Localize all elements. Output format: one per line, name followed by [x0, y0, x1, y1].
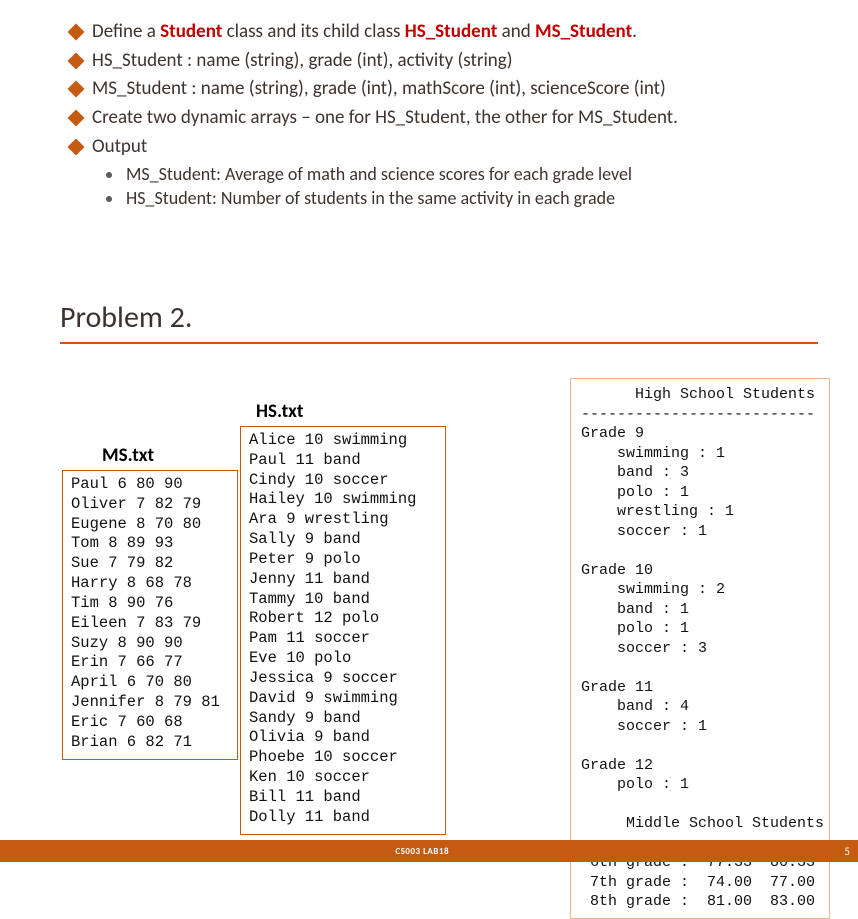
b1-mid1: class and its child class [222, 20, 404, 43]
footer-page-number: 5 [844, 845, 850, 858]
program-output: High School Students -------------------… [570, 378, 830, 919]
footer-label: CS003 LAB18 [395, 846, 449, 857]
b1-mid2: and [497, 20, 535, 43]
sub-bullet-2: HS_Student: Number of students in the sa… [106, 187, 818, 209]
bullet-1: Define a Student class and its child cla… [70, 20, 818, 45]
b2-text: HS_Student : name (string), grade (int),… [92, 49, 513, 74]
dot-icon [106, 196, 112, 202]
diamond-icon [68, 52, 85, 69]
ms-file-label: MS.txt [102, 444, 154, 467]
bullet-5: Output [70, 135, 818, 160]
bullet-2: HS_Student : name (string), grade (int),… [70, 49, 818, 74]
b1-student: Student [160, 20, 222, 43]
problem-title: Problem 2. [60, 299, 818, 336]
diamond-icon [68, 110, 85, 127]
b1-pre: Define a [92, 20, 160, 43]
sb2-text: HS_Student: Number of students in the sa… [126, 187, 615, 209]
hs-file-content: Alice 10 swimming Paul 11 band Cindy 10 … [240, 426, 446, 835]
b1-hs: HS_Student [405, 20, 498, 43]
b1-ms: MS_Student [535, 20, 632, 43]
bullet-4: Create two dynamic arrays – one for HS_S… [70, 106, 818, 131]
diamond-icon [68, 24, 85, 41]
dot-icon [106, 172, 112, 178]
divider-rule [60, 342, 818, 344]
hs-file-label: HS.txt [256, 400, 303, 423]
b4-text: Create two dynamic arrays – one for HS_S… [92, 106, 678, 131]
ms-file-content: Paul 6 80 90 Oliver 7 82 79 Eugene 8 70 … [62, 470, 238, 760]
b5-text: Output [92, 135, 147, 160]
sub-bullet-1: MS_Student: Average of math and science … [106, 163, 818, 185]
bullet-list: Define a Student class and its child cla… [70, 20, 818, 209]
sb1-text: MS_Student: Average of math and science … [126, 163, 632, 185]
b3-text: MS_Student : name (string), grade (int),… [92, 77, 666, 102]
slide-footer: CS003 LAB18 5 [0, 840, 858, 862]
sub-bullet-list: MS_Student: Average of math and science … [106, 163, 818, 209]
diamond-icon [68, 81, 85, 98]
b1-post: . [632, 20, 637, 43]
bullet-3: MS_Student : name (string), grade (int),… [70, 77, 818, 102]
diamond-icon [68, 138, 85, 155]
